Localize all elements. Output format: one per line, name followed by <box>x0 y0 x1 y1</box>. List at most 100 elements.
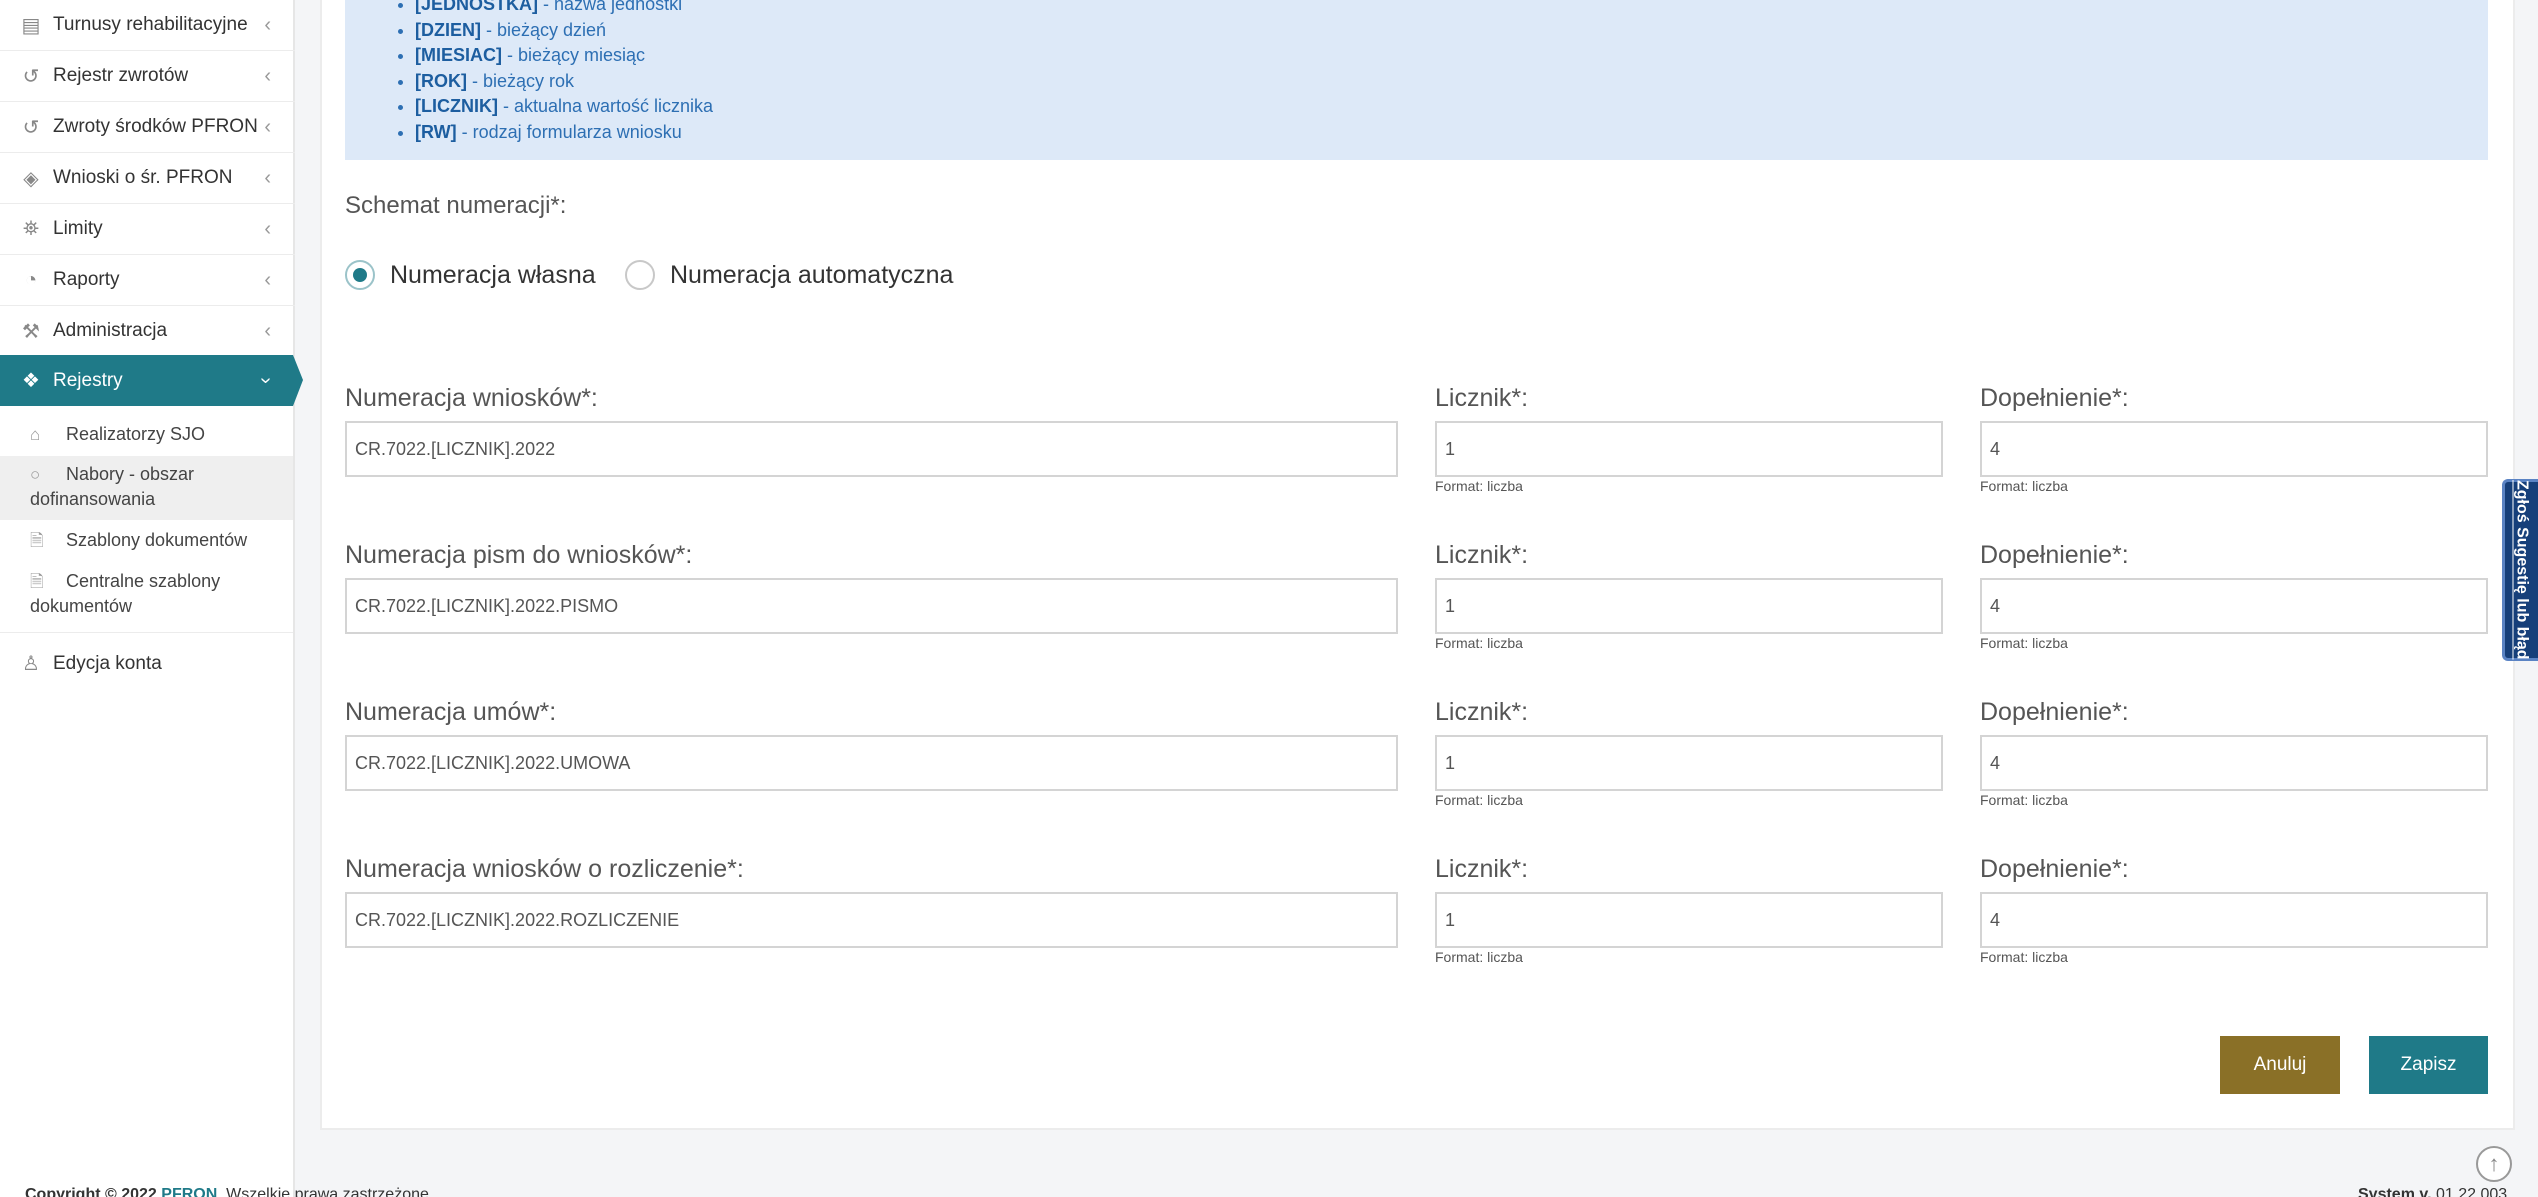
chevron-left-icon: ‹ <box>264 166 271 189</box>
radio-numeracja-wlasna[interactable]: Numeracja własna <box>345 258 596 292</box>
chevron-left-icon: ‹ <box>264 268 271 291</box>
dopelnienie-input[interactable]: 4 <box>1980 421 2488 477</box>
sidebar-item-administracja[interactable]: ⚒ Administracja ‹ <box>0 306 295 357</box>
numeracja-rozliczenie-input[interactable]: CR.7022.[LICZNIK].2022.ROZLICZENIE <box>345 892 1398 948</box>
sidebar-item-rejestr-zwrotow[interactable]: ↺ Rejestr zwrotów ‹ <box>0 51 295 102</box>
sidebar-subitem-centralne-szablony[interactable]: 🗎 Centralne szablony dokumentów <box>0 569 293 633</box>
sidebar-item-edycja-konta[interactable]: ♙ Edycja konta <box>0 638 295 689</box>
footer-version: System v. 01.22.003 <box>2358 1186 2507 1197</box>
sidebar-subitem-label: Realizatorzy SJO <box>66 424 206 444</box>
sidebar-item-limity[interactable]: ⛯ Limity ‹ <box>0 204 295 255</box>
numeracja-umow-input[interactable]: CR.7022.[LICZNIK].2022.UMOWA <box>345 735 1398 791</box>
placeholder-desc: - rodzaj formularza wniosku <box>456 121 682 142</box>
sidebar-item-zwroty-srodkow[interactable]: ↺ Zwroty środków PFRON ‹ <box>0 102 295 153</box>
numeracja-pism-input[interactable]: CR.7022.[LICZNIK].2022.PISMO <box>345 578 1398 634</box>
placeholder-item: [RW] - rodzaj formularza wniosku <box>415 120 713 146</box>
dopelnienie-label: Dopełnienie*: <box>1980 541 2129 569</box>
licznik-label: Licznik*: <box>1435 855 1529 883</box>
placeholder-list: [JEDNOSTKA] - nazwa jednostki [DZIEN] - … <box>415 0 713 145</box>
footer-brand-link[interactable]: PFRON <box>161 1186 217 1197</box>
sidebar-subitem-label: Centralne szablony dokumentów <box>30 571 221 616</box>
sidebar-item-label: Limity <box>53 218 103 239</box>
sidebar-item-raporty[interactable]: ◔ Raporty ‹ <box>0 255 295 306</box>
chevron-left-icon: ‹ <box>264 217 271 240</box>
sidebar-item-label: Rejestr zwrotów <box>53 65 189 86</box>
placeholder-token: [MIESIAC] <box>415 45 502 65</box>
sidebar-item-label: Turnusy rehabilitacyjne <box>53 14 248 35</box>
wrench-icon: ⚒ <box>22 320 40 343</box>
radio-label: Numeracja własna <box>390 260 596 289</box>
footer-system-label: System v. <box>2358 1186 2432 1197</box>
pie-chart-icon: ◔ <box>24 268 38 291</box>
dopelnienie-label: Dopełnienie*: <box>1980 698 2129 726</box>
radio-unchecked-icon[interactable] <box>625 260 655 290</box>
sidebar-subitem-label: Nabory - obszar dofinansowania <box>30 464 195 509</box>
arrow-up-icon: ↑ <box>2488 1151 2500 1176</box>
placeholder-token: [DZIEN] <box>415 19 481 40</box>
undo-icon: ↺ <box>22 65 40 88</box>
dopelnienie-input[interactable]: 4 <box>1980 735 2488 791</box>
licznik-hint: Format: liczba <box>1435 792 1523 808</box>
footer-copyright: Copyright © 2022 PFRON. Wszelkie prawa z… <box>25 1186 433 1197</box>
chevron-left-icon: ‹ <box>264 64 271 87</box>
chevron-down-icon: ‹ <box>254 377 277 384</box>
sidebar-item-rejestry[interactable]: ❖ Rejestry ‹ <box>0 355 303 406</box>
dopelnienie-input[interactable]: 4 <box>1980 892 2488 948</box>
sidebar: ▤ Turnusy rehabilitacyjne ‹ ↺ Rejestr zw… <box>0 0 303 1197</box>
sidebar-subitem-label: Szablony dokumentów <box>66 530 248 550</box>
numeracja-rozliczenie-label: Numeracja wniosków o rozliczenie*: <box>345 855 744 883</box>
chevron-left-icon: ‹ <box>264 319 271 342</box>
dopelnienie-hint: Format: liczba <box>1980 949 2068 965</box>
licznik-input[interactable]: 1 <box>1435 578 1943 634</box>
placeholder-desc: - bieżący dzień <box>481 19 607 40</box>
licznik-input[interactable]: 1 <box>1435 735 1943 791</box>
sidebar-subitem-nabory[interactable]: ○ Nabory - obszar dofinansowania <box>0 456 293 520</box>
sidebar-item-label: Administracja <box>53 320 168 341</box>
circle-icon: ○ <box>30 465 41 484</box>
licznik-label: Licznik*: <box>1435 384 1529 412</box>
tag-icon: ◈ <box>23 167 39 190</box>
placeholder-token: [LICZNIK] <box>415 96 498 116</box>
sidebar-item-turnusy[interactable]: ▤ Turnusy rehabilitacyjne ‹ <box>0 0 295 51</box>
radio-numeracja-automatyczna[interactable]: Numeracja automatyczna <box>625 258 953 292</box>
sidebar-item-label: Raporty <box>53 269 120 290</box>
placeholder-item: [ROK] - bieżący rok <box>415 69 713 95</box>
dopelnienie-hint: Format: liczba <box>1980 635 2068 651</box>
chevron-left-icon: ‹ <box>264 115 271 138</box>
sidebar-item-label: Edycja konta <box>53 652 162 674</box>
licznik-input[interactable]: 1 <box>1435 892 1943 948</box>
placeholder-item: [DZIEN] - bieżący dzień <box>415 18 713 44</box>
dopelnienie-input[interactable]: 4 <box>1980 578 2488 634</box>
sidebar-item-wnioski[interactable]: ◈ Wnioski o śr. PFRON ‹ <box>0 153 295 204</box>
placeholder-item: [JEDNOSTKA] - nazwa jednostki <box>415 0 713 18</box>
licznik-hint: Format: liczba <box>1435 478 1523 494</box>
user-icon: ♙ <box>22 653 40 675</box>
numeracja-umow-label: Numeracja umów*: <box>345 698 557 726</box>
cancel-button[interactable]: Anuluj <box>2220 1036 2340 1094</box>
feedback-tab[interactable]: Zgłoś Sugestię lub błąd <box>2502 479 2538 661</box>
file-icon: 🗎 <box>30 531 44 550</box>
placeholder-token: [ROK] <box>415 70 467 91</box>
sidebar-subitem-realizatorzy[interactable]: ⌂ Realizatorzy SJO <box>0 422 293 448</box>
placeholder-desc: - bieżący rok <box>467 70 575 91</box>
footer-system-version: 01.22.003 <box>2431 1186 2508 1197</box>
binoculars-icon: ⛯ <box>23 217 39 240</box>
save-button[interactable]: Zapisz <box>2369 1036 2488 1094</box>
dopelnienie-label: Dopełnienie*: <box>1980 384 2129 412</box>
placeholder-desc: - nazwa jednostki <box>538 0 683 14</box>
cubes-icon: ❖ <box>22 370 40 392</box>
scroll-top-button[interactable]: ↑ <box>2476 1146 2512 1182</box>
footer-copyright-text: Copyright © 2022 <box>25 1186 162 1197</box>
schema-label: Schemat numeracji*: <box>345 192 567 219</box>
radio-checked-icon[interactable] <box>345 260 375 290</box>
numeracja-wnioskow-input[interactable]: CR.7022.[LICZNIK].2022 <box>345 421 1398 477</box>
sidebar-subitem-szablony[interactable]: 🗎 Szablony dokumentów <box>0 528 293 554</box>
undo-icon: ↺ <box>22 116 40 139</box>
licznik-input[interactable]: 1 <box>1435 421 1943 477</box>
placeholder-token: [JEDNOSTKA] <box>415 0 539 14</box>
sidebar-item-label: Rejestry <box>53 369 123 391</box>
file-icon: 🗎 <box>30 572 44 591</box>
placeholder-item: [MIESIAC] - bieżący miesiąc <box>415 43 713 69</box>
numeracja-pism-label: Numeracja pism do wniosków*: <box>345 541 693 569</box>
placeholder-item: [LICZNIK] - aktualna wartość licznika <box>415 94 713 120</box>
